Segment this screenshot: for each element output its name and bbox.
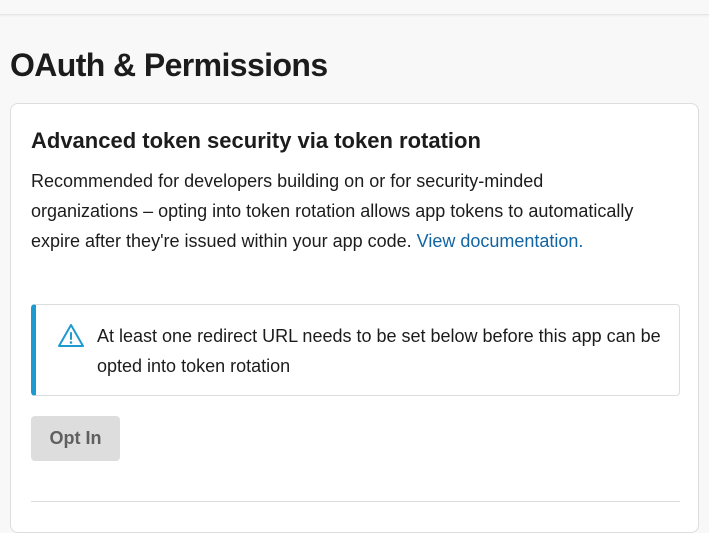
redirect-url-warning: At least one redirect URL needs to be se… [31,304,680,396]
view-documentation-link[interactable]: View documentation. [417,231,584,251]
opt-in-button[interactable]: Opt In [31,416,120,461]
card-title: Advanced token security via token rotati… [31,128,481,153]
token-rotation-card: Advanced token security via token rotati… [10,103,699,533]
warning-triangle-icon [57,322,85,350]
section-divider [31,501,680,502]
top-bar [0,0,709,15]
warning-text: At least one redirect URL needs to be se… [97,326,661,376]
card-description: Recommended for developers building on o… [31,166,651,256]
page-title: OAuth & Permissions [10,47,328,83]
